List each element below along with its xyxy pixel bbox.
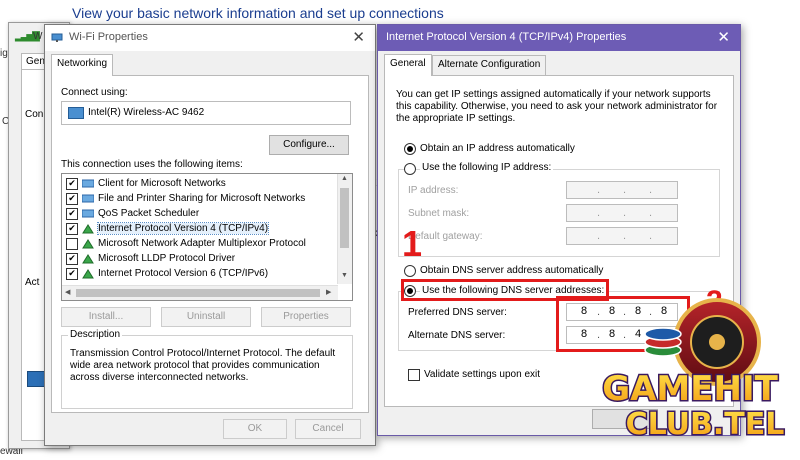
scroll-thumb[interactable]	[340, 188, 349, 248]
protocol-icon	[82, 224, 94, 234]
item-label: QoS Packet Scheduler	[98, 208, 200, 219]
dialog-title: Wi-Fi Properties	[69, 31, 148, 43]
cancel-button[interactable]: Cancel	[295, 419, 361, 439]
scroll-down-icon[interactable]: ▼	[341, 272, 348, 279]
default-gateway-field[interactable]: . . .	[566, 227, 678, 245]
status-window-title: W	[33, 31, 43, 42]
subnet-mask-label: Subnet mask:	[408, 208, 470, 219]
subnet-mask-field[interactable]: . . .	[566, 204, 678, 222]
preferred-dns-label: Preferred DNS server:	[408, 307, 507, 318]
connection-label: Con	[25, 109, 44, 120]
items-label: This connection uses the following items…	[61, 159, 243, 170]
obtain-ip-auto-label: Obtain an IP address automatically	[420, 143, 575, 154]
item-label: File and Printer Sharing for Microsoft N…	[98, 193, 306, 204]
network-client-icon	[82, 179, 94, 188]
protocol-icon	[82, 254, 94, 264]
obtain-dns-auto-label: Obtain DNS server address automatically	[420, 265, 604, 276]
wifi-properties-dialog: Wi-Fi Properties ✕ Networking Connect us…	[44, 24, 376, 446]
item-checkbox[interactable]	[66, 238, 78, 250]
adapter-box: Intel(R) Wireless-AC 9462	[61, 101, 351, 125]
description-text: Transmission Control Protocol/Internet P…	[70, 348, 336, 383]
uninstall-button[interactable]: Uninstall	[161, 307, 251, 327]
scroll-thumb[interactable]	[76, 289, 320, 297]
activity-label: Act	[25, 277, 40, 288]
obtain-dns-auto-radio[interactable]	[404, 265, 416, 277]
tab-general[interactable]: General	[384, 54, 432, 76]
ipv4-titlebar: Internet Protocol Version 4 (TCP/IPv4) P…	[378, 25, 740, 51]
close-icon[interactable]: ✕	[352, 28, 365, 46]
item-label: Client for Microsoft Networks	[98, 178, 226, 189]
tab-alternate-configuration[interactable]: Alternate Configuration	[432, 55, 547, 75]
alternate-dns-label: Alternate DNS server:	[408, 330, 506, 341]
ip-address-field[interactable]: . . .	[566, 181, 678, 199]
protocol-icon	[82, 239, 94, 249]
item-label: Microsoft Network Adapter Multiplexor Pr…	[98, 238, 306, 249]
connection-items-list[interactable]: ✔ Client for Microsoft Networks ✔ File a…	[61, 173, 353, 301]
close-icon[interactable]: ✕	[717, 28, 730, 46]
scroll-left-icon[interactable]: ◀	[65, 288, 70, 296]
protocol-icon	[82, 269, 94, 279]
scroll-up-icon[interactable]: ▲	[341, 175, 348, 182]
dialog-title: Internet Protocol Version 4 (TCP/IPv4) P…	[386, 31, 627, 43]
logo-line-1: GAMEHIT	[602, 369, 778, 409]
item-label: Internet Protocol Version 6 (TCP/IPv6)	[98, 268, 269, 279]
item-checkbox[interactable]: ✔	[66, 268, 78, 280]
properties-button[interactable]: Properties	[261, 307, 351, 327]
use-following-ip-radio[interactable]	[404, 163, 416, 175]
adapter-name: Intel(R) Wireless-AC 9462	[88, 107, 205, 118]
ok-button[interactable]: OK	[223, 419, 287, 439]
configure-button[interactable]: Configure...	[269, 135, 349, 155]
horizontal-scrollbar[interactable]: ◀ ▶	[62, 285, 338, 300]
validate-label: Validate settings upon exit	[424, 369, 541, 380]
item-checkbox[interactable]: ✔	[66, 178, 78, 190]
validate-checkbox[interactable]	[408, 369, 420, 381]
item-checkbox[interactable]: ✔	[66, 208, 78, 220]
tab-networking[interactable]: Networking	[51, 54, 114, 76]
description-group: Description Transmission Control Protoco…	[61, 329, 353, 409]
connect-using-label: Connect using:	[61, 87, 128, 98]
obtain-ip-auto-radio[interactable]	[404, 143, 416, 155]
item-checkbox[interactable]: ✔	[66, 253, 78, 265]
ip-address-label: IP address:	[408, 185, 459, 196]
network-adapter-icon	[27, 371, 45, 387]
wifi-titlebar: Wi-Fi Properties ✕	[45, 25, 375, 51]
item-checkbox[interactable]: ✔	[66, 223, 78, 235]
item-label: Internet Protocol Version 4 (TCP/IPv4)	[96, 222, 270, 235]
install-button[interactable]: Install...	[61, 307, 151, 327]
intro-text: You can get IP settings assigned automat…	[396, 89, 718, 124]
scroll-right-icon[interactable]: ▶	[326, 288, 331, 296]
file-sharing-icon	[82, 194, 94, 203]
network-adapter-icon	[68, 107, 84, 119]
vertical-scrollbar[interactable]: ▲ ▼	[337, 174, 352, 284]
network-icon	[51, 33, 63, 42]
qos-icon	[82, 209, 94, 218]
step-1-marker: 1	[402, 223, 423, 264]
description-legend: Description	[68, 329, 123, 340]
item-checkbox[interactable]: ✔	[66, 193, 78, 205]
logo-line-2: CLUB.TEL	[626, 407, 785, 442]
item-label: Microsoft LLDP Protocol Driver	[98, 253, 236, 264]
control-panel-heading: View your basic network information and …	[72, 5, 444, 21]
use-following-ip-label: Use the following IP address:	[420, 162, 554, 173]
gamehit-logo: GAMEHIT CLUB.TEL	[601, 298, 786, 444]
